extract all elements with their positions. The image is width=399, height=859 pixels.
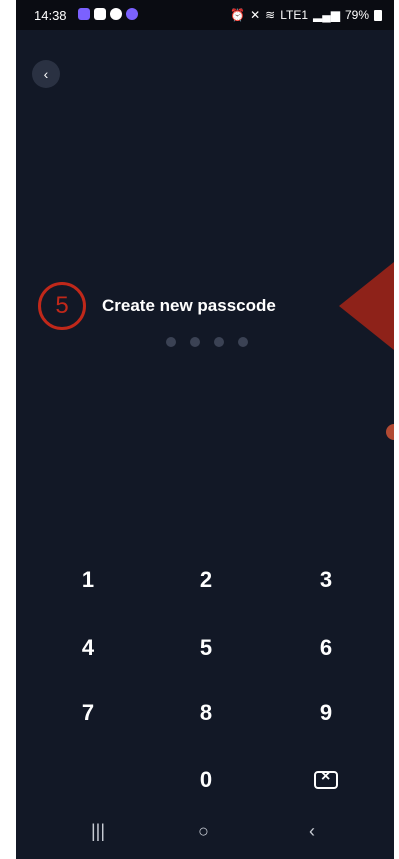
mute-icon: ✕ [250,8,261,22]
system-back-button[interactable]: ‹ [309,821,315,842]
page-title: Create new passcode [102,296,276,315]
key-2[interactable]: 2 [176,560,236,600]
key-5[interactable]: 5 [176,628,236,668]
status-time: 14:38 [34,8,67,23]
key-9[interactable]: 9 [296,693,356,733]
key-3[interactable]: 3 [296,560,356,600]
passcode-dot [214,337,224,347]
key-7[interactable]: 7 [58,693,118,733]
signal-icon: ▂▄▆ [313,8,340,22]
passcode-indicator [166,337,248,347]
backspace-button[interactable] [296,760,356,800]
app-notification-icon [78,8,90,20]
status-icons-left [78,8,138,20]
status-icons-right: ⏰ ✕ ≋ LTE1 ▂▄▆ 79% [230,8,382,22]
callout-pointer [339,250,394,362]
passcode-dot [166,337,176,347]
app-notification-icon [126,8,138,20]
network-label: LTE1 [280,8,308,22]
system-nav-bar: ||| ○ ‹ [16,809,394,859]
edge-indicator-dot [386,424,394,440]
status-bar: 14:38 ⏰ ✕ ≋ LTE1 ▂▄▆ 79% [16,0,394,30]
video-icon [94,8,106,20]
key-4[interactable]: 4 [58,628,118,668]
key-0[interactable]: 0 [176,760,236,800]
passcode-dot [238,337,248,347]
passcode-dot [190,337,200,347]
messenger-icon [110,8,122,20]
battery-icon [374,9,382,21]
key-1[interactable]: 1 [58,560,118,600]
back-button[interactable]: ‹ [32,60,60,88]
battery-percent: 79% [344,8,369,22]
key-8[interactable]: 8 [176,693,236,733]
recents-button[interactable]: ||| [91,821,105,842]
wifi-icon: ≋ [265,8,276,22]
step-callout: 5 [38,282,86,330]
home-button[interactable]: ○ [198,821,209,842]
key-6[interactable]: 6 [296,628,356,668]
backspace-icon [314,768,338,789]
alarm-icon: ⏰ [230,8,246,22]
phone-screen: 14:38 ⏰ ✕ ≋ LTE1 ▂▄▆ 79% ‹ 5 Create new … [16,0,394,859]
